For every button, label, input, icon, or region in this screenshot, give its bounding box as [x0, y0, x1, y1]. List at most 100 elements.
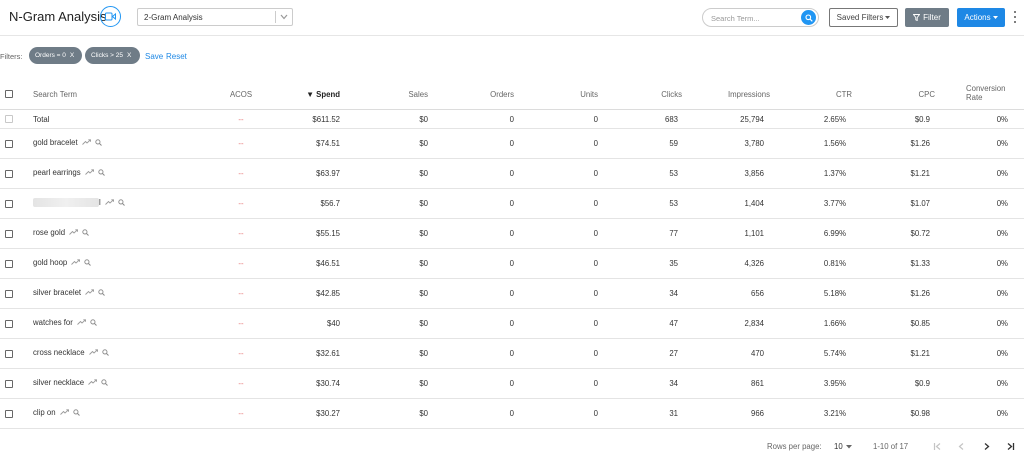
row-checkbox[interactable]: [5, 200, 13, 208]
cell-ctr: 0.81%: [823, 259, 846, 268]
trend-icon[interactable]: [104, 199, 114, 206]
first-page-button[interactable]: [930, 439, 944, 453]
row-checkbox[interactable]: [5, 320, 13, 328]
cell-cpc: $1.33: [910, 259, 930, 268]
table-row: watches for -- $40 $0 0 0 47 2,834 1.66% $0.85 0%: [0, 309, 1024, 339]
cell-spend: $55.15: [316, 229, 340, 238]
cell-clicks: 34: [669, 379, 678, 388]
cell-spend: $32.61: [316, 349, 340, 358]
next-page-button[interactable]: [979, 439, 993, 453]
trend-icon[interactable]: [81, 139, 91, 146]
select-all-checkbox[interactable]: [5, 90, 13, 98]
magnifier-icon[interactable]: [95, 139, 102, 147]
row-checkbox[interactable]: [5, 380, 13, 388]
kebab-icon[interactable]: [1013, 11, 1017, 23]
row-checkbox[interactable]: [5, 260, 13, 268]
row-checkbox[interactable]: [5, 290, 13, 298]
magnifier-icon[interactable]: [82, 229, 89, 237]
rows-per-page-select[interactable]: 10: [834, 442, 852, 451]
trend-icon[interactable]: [59, 409, 69, 416]
cell-impressions: 3,780: [744, 139, 764, 148]
magnifier-icon[interactable]: [84, 259, 92, 267]
filter-chip-orders[interactable]: Orders = 0 X: [29, 47, 82, 64]
col-ctr[interactable]: CTR: [800, 90, 852, 99]
cell-acos: --: [238, 199, 244, 208]
row-checkbox[interactable]: [5, 410, 13, 418]
cell-cpc: $1.21: [910, 349, 930, 358]
trend-icon[interactable]: [84, 169, 94, 176]
col-sales[interactable]: Sales: [378, 90, 428, 99]
total-checkbox: [5, 115, 13, 123]
col-search-term[interactable]: Search Term: [33, 90, 77, 99]
search-button[interactable]: [801, 10, 816, 25]
remove-chip-icon[interactable]: X: [70, 52, 74, 59]
search-term-text: silver bracelet: [33, 288, 82, 297]
reset-filters-link[interactable]: Reset: [166, 52, 187, 61]
trend-icon[interactable]: [71, 259, 81, 266]
trend-icon[interactable]: [88, 349, 98, 356]
row-checkbox[interactable]: [5, 230, 13, 238]
magnifier-icon[interactable]: [98, 169, 105, 177]
filters-label: Filters:: [0, 52, 23, 61]
magnifier-icon[interactable]: [118, 199, 125, 207]
pagination: Rows per page: 10 1-10 of 17: [0, 434, 1024, 458]
actions-button[interactable]: Actions: [957, 8, 1005, 27]
magnifier-icon[interactable]: [98, 289, 105, 297]
col-impressions[interactable]: Impressions: [700, 90, 770, 99]
table-header: Search Term ACOS ▼ Spend Sales Orders Un…: [0, 80, 1024, 110]
row-checkbox[interactable]: [5, 350, 13, 358]
magnifier-icon[interactable]: [101, 379, 108, 387]
magnifier-icon[interactable]: [90, 319, 97, 327]
col-cpc[interactable]: CPC: [885, 90, 935, 99]
cell-orders: 0: [509, 289, 514, 298]
saved-filters-button[interactable]: Saved Filters: [829, 8, 898, 27]
filter-icon: [913, 14, 921, 21]
search-input[interactable]: [711, 12, 797, 24]
magnifier-icon[interactable]: [72, 409, 80, 417]
video-tutorial-button[interactable]: [100, 6, 121, 27]
cell-units: 0: [593, 289, 598, 298]
col-orders[interactable]: Orders: [464, 90, 514, 99]
remove-chip-icon[interactable]: X: [127, 52, 131, 59]
cell-conversion-rate: 0%: [996, 199, 1008, 208]
cell-acos: --: [238, 229, 244, 238]
cell-units: 0: [593, 319, 598, 328]
search-term-text: l: [99, 198, 101, 207]
col-clicks[interactable]: Clicks: [632, 90, 682, 99]
search-term-cell: cross necklace: [33, 348, 109, 357]
col-spend[interactable]: ▼ Spend: [280, 90, 340, 99]
col-conversion-rate[interactable]: Conversion Rate: [966, 84, 1005, 102]
total-label: Total: [33, 115, 50, 124]
table-row: pearl earrings -- $63.97 $0 0 0 53 3,856 1.37% $1…: [0, 159, 1024, 189]
total-sales: $0: [419, 115, 428, 124]
term-actions: [77, 319, 97, 327]
total-spend: $611.52: [312, 115, 340, 124]
cell-ctr: 1.56%: [823, 139, 846, 148]
gram-type-select[interactable]: 2-Gram Analysis: [137, 8, 293, 26]
total-orders: 0: [509, 115, 514, 124]
filter-button[interactable]: Filter: [905, 8, 949, 27]
table-row: l -- $56.7 $0 0 0 53 1,404 3.77% $1.07 0%: [0, 189, 1024, 219]
cell-ctr: 5.74%: [823, 349, 846, 358]
cell-sales: $0: [419, 379, 428, 388]
trend-icon[interactable]: [88, 379, 98, 386]
prev-page-button[interactable]: [954, 439, 968, 453]
save-filters-link[interactable]: Save: [145, 52, 163, 61]
table-row: silver necklace -- $30.74 $0 0 0 34 861 3.95% $0.…: [0, 369, 1024, 399]
trend-icon[interactable]: [85, 289, 95, 296]
magnifier-icon[interactable]: [101, 349, 109, 357]
cell-orders: 0: [509, 349, 514, 358]
row-checkbox[interactable]: [5, 170, 13, 178]
last-page-button[interactable]: [1003, 439, 1017, 453]
trend-icon[interactable]: [77, 319, 86, 326]
cell-spend: $30.74: [316, 379, 340, 388]
cell-units: 0: [593, 379, 598, 388]
caret-down-icon: [845, 444, 852, 448]
col-acos[interactable]: ACOS: [221, 90, 261, 99]
trend-icon[interactable]: [69, 229, 79, 236]
row-checkbox[interactable]: [5, 140, 13, 148]
cell-ctr: 3.95%: [823, 379, 846, 388]
filter-chip-clicks[interactable]: Clicks > 25 X: [85, 47, 140, 64]
col-units[interactable]: Units: [548, 90, 598, 99]
cell-clicks: 47: [669, 319, 678, 328]
